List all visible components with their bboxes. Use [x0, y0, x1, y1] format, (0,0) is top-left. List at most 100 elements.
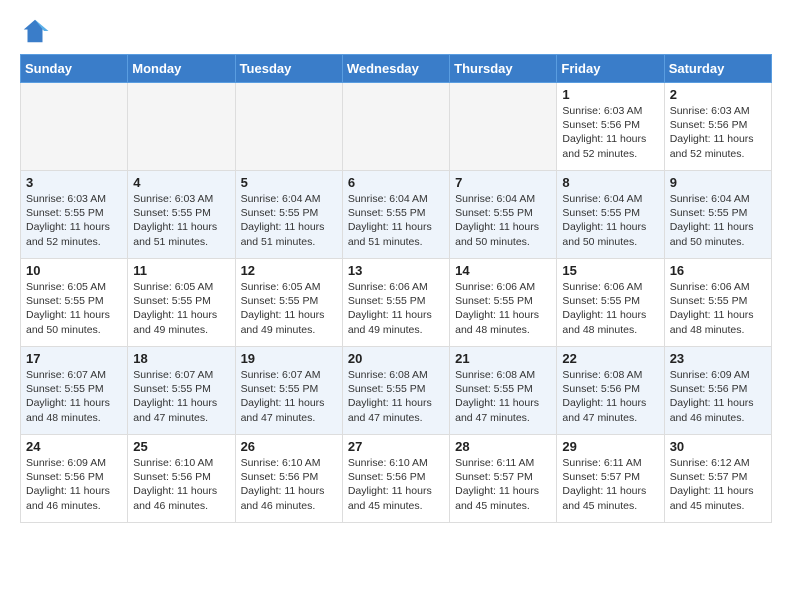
calendar-cell: 21 Sunrise: 6:08 AM Sunset: 5:55 PM Dayli… — [450, 347, 557, 435]
day-info: Sunrise: 6:05 AM Sunset: 5:55 PM Dayligh… — [133, 280, 229, 337]
day-number: 30 — [670, 439, 766, 454]
day-info: Sunrise: 6:06 AM Sunset: 5:55 PM Dayligh… — [670, 280, 766, 337]
day-number: 3 — [26, 175, 122, 190]
day-info: Sunrise: 6:09 AM Sunset: 5:56 PM Dayligh… — [670, 368, 766, 425]
day-number: 14 — [455, 263, 551, 278]
calendar-cell: 8 Sunrise: 6:04 AM Sunset: 5:55 PM Daylig… — [557, 171, 664, 259]
logo-icon — [20, 16, 50, 46]
calendar-cell: 30Sunrise: 6:12 AM Sunset: 5:57 PM Dayli… — [664, 435, 771, 523]
week-row-5: 24Sunrise: 6:09 AM Sunset: 5:56 PM Dayli… — [21, 435, 772, 523]
day-info: Sunrise: 6:07 AM Sunset: 5:55 PM Dayligh… — [26, 368, 122, 425]
calendar-cell — [128, 83, 235, 171]
day-number: 4 — [133, 175, 229, 190]
calendar-cell: 5Sunrise: 6:04 AM Sunset: 5:55 PM Daylig… — [235, 171, 342, 259]
day-number: 27 — [348, 439, 444, 454]
calendar-cell: 22 Sunrise: 6:08 AM Sunset: 5:56 PM Dayli… — [557, 347, 664, 435]
weekday-header-thursday: Thursday — [450, 55, 557, 83]
day-info: Sunrise: 6:08 AM Sunset: 5:55 PM Dayligh… — [455, 368, 551, 425]
calendar-cell: 18 Sunrise: 6:07 AM Sunset: 5:55 PM Dayli… — [128, 347, 235, 435]
day-info: Sunrise: 6:04 AM Sunset: 5:55 PM Dayligh… — [348, 192, 444, 249]
day-info: Sunrise: 6:03 AM Sunset: 5:56 PM Dayligh… — [670, 104, 766, 161]
day-info: Sunrise: 6:11 AM Sunset: 5:57 PM Dayligh… — [562, 456, 658, 513]
weekday-header-wednesday: Wednesday — [342, 55, 449, 83]
day-info: Sunrise: 6:04 AM Sunset: 5:55 PM Dayligh… — [455, 192, 551, 249]
day-number: 18 — [133, 351, 229, 366]
day-info: Sunrise: 6:09 AM Sunset: 5:56 PM Dayligh… — [26, 456, 122, 513]
weekday-header-monday: Monday — [128, 55, 235, 83]
day-info: Sunrise: 6:06 AM Sunset: 5:55 PM Dayligh… — [348, 280, 444, 337]
day-info: Sunrise: 6:10 AM Sunset: 5:56 PM Dayligh… — [133, 456, 229, 513]
day-number: 28 — [455, 439, 551, 454]
calendar-cell: 17 Sunrise: 6:07 AM Sunset: 5:55 PM Dayli… — [21, 347, 128, 435]
calendar-cell: 3 Sunrise: 6:03 AM Sunset: 5:55 PM Daylig… — [21, 171, 128, 259]
calendar-cell: 29 Sunrise: 6:11 AM Sunset: 5:57 PM Dayli… — [557, 435, 664, 523]
day-info: Sunrise: 6:06 AM Sunset: 5:55 PM Dayligh… — [562, 280, 658, 337]
calendar-cell: 9 Sunrise: 6:04 AM Sunset: 5:55 PM Daylig… — [664, 171, 771, 259]
calendar-cell: 11 Sunrise: 6:05 AM Sunset: 5:55 PM Dayli… — [128, 259, 235, 347]
day-info: Sunrise: 6:08 AM Sunset: 5:56 PM Dayligh… — [562, 368, 658, 425]
day-info: Sunrise: 6:07 AM Sunset: 5:55 PM Dayligh… — [133, 368, 229, 425]
calendar-cell: 27 Sunrise: 6:10 AM Sunset: 5:56 PM Dayli… — [342, 435, 449, 523]
day-number: 12 — [241, 263, 337, 278]
page: SundayMondayTuesdayWednesdayThursdayFrid… — [0, 0, 792, 543]
day-number: 29 — [562, 439, 658, 454]
day-info: Sunrise: 6:04 AM Sunset: 5:55 PM Dayligh… — [670, 192, 766, 249]
calendar-cell: 14 Sunrise: 6:06 AM Sunset: 5:55 PM Dayli… — [450, 259, 557, 347]
day-info: Sunrise: 6:07 AM Sunset: 5:55 PM Dayligh… — [241, 368, 337, 425]
calendar-cell: 16 Sunrise: 6:06 AM Sunset: 5:55 PM Dayli… — [664, 259, 771, 347]
day-info: Sunrise: 6:03 AM Sunset: 5:55 PM Dayligh… — [133, 192, 229, 249]
calendar-cell: 10 Sunrise: 6:05 AM Sunset: 5:55 PM Dayli… — [21, 259, 128, 347]
calendar-cell: 7Sunrise: 6:04 AM Sunset: 5:55 PM Daylig… — [450, 171, 557, 259]
calendar-cell: 28 Sunrise: 6:11 AM Sunset: 5:57 PM Dayli… — [450, 435, 557, 523]
day-number: 19 — [241, 351, 337, 366]
week-row-4: 17 Sunrise: 6:07 AM Sunset: 5:55 PM Dayli… — [21, 347, 772, 435]
weekday-header-tuesday: Tuesday — [235, 55, 342, 83]
day-info: Sunrise: 6:11 AM Sunset: 5:57 PM Dayligh… — [455, 456, 551, 513]
calendar-cell — [235, 83, 342, 171]
day-number: 21 — [455, 351, 551, 366]
calendar-cell: 12Sunrise: 6:05 AM Sunset: 5:55 PM Dayli… — [235, 259, 342, 347]
calendar-cell: 20Sunrise: 6:08 AM Sunset: 5:55 PM Dayli… — [342, 347, 449, 435]
day-number: 25 — [133, 439, 229, 454]
day-number: 6 — [348, 175, 444, 190]
day-number: 9 — [670, 175, 766, 190]
day-number: 2 — [670, 87, 766, 102]
day-number: 15 — [562, 263, 658, 278]
day-number: 13 — [348, 263, 444, 278]
calendar-cell: 25 Sunrise: 6:10 AM Sunset: 5:56 PM Dayli… — [128, 435, 235, 523]
header — [20, 16, 772, 46]
week-row-1: 1Sunrise: 6:03 AM Sunset: 5:56 PM Daylig… — [21, 83, 772, 171]
weekday-header-friday: Friday — [557, 55, 664, 83]
day-number: 17 — [26, 351, 122, 366]
day-info: Sunrise: 6:03 AM Sunset: 5:55 PM Dayligh… — [26, 192, 122, 249]
calendar-cell — [450, 83, 557, 171]
calendar: SundayMondayTuesdayWednesdayThursdayFrid… — [20, 54, 772, 523]
calendar-cell: 24Sunrise: 6:09 AM Sunset: 5:56 PM Dayli… — [21, 435, 128, 523]
calendar-cell: 4 Sunrise: 6:03 AM Sunset: 5:55 PM Daylig… — [128, 171, 235, 259]
day-number: 23 — [670, 351, 766, 366]
calendar-cell — [21, 83, 128, 171]
day-info: Sunrise: 6:06 AM Sunset: 5:55 PM Dayligh… — [455, 280, 551, 337]
day-number: 26 — [241, 439, 337, 454]
calendar-cell: 15 Sunrise: 6:06 AM Sunset: 5:55 PM Dayli… — [557, 259, 664, 347]
calendar-cell: 26 Sunrise: 6:10 AM Sunset: 5:56 PM Dayli… — [235, 435, 342, 523]
day-number: 16 — [670, 263, 766, 278]
day-info: Sunrise: 6:05 AM Sunset: 5:55 PM Dayligh… — [26, 280, 122, 337]
day-info: Sunrise: 6:10 AM Sunset: 5:56 PM Dayligh… — [348, 456, 444, 513]
calendar-cell — [342, 83, 449, 171]
calendar-cell: 1Sunrise: 6:03 AM Sunset: 5:56 PM Daylig… — [557, 83, 664, 171]
day-info: Sunrise: 6:04 AM Sunset: 5:55 PM Dayligh… — [241, 192, 337, 249]
day-info: Sunrise: 6:04 AM Sunset: 5:55 PM Dayligh… — [562, 192, 658, 249]
day-number: 10 — [26, 263, 122, 278]
calendar-cell: 6 Sunrise: 6:04 AM Sunset: 5:55 PM Daylig… — [342, 171, 449, 259]
day-info: Sunrise: 6:03 AM Sunset: 5:56 PM Dayligh… — [562, 104, 658, 161]
calendar-cell: 19 Sunrise: 6:07 AM Sunset: 5:55 PM Dayli… — [235, 347, 342, 435]
day-number: 20 — [348, 351, 444, 366]
logo — [20, 16, 54, 46]
day-number: 8 — [562, 175, 658, 190]
day-number: 11 — [133, 263, 229, 278]
day-info: Sunrise: 6:10 AM Sunset: 5:56 PM Dayligh… — [241, 456, 337, 513]
week-row-2: 3 Sunrise: 6:03 AM Sunset: 5:55 PM Daylig… — [21, 171, 772, 259]
weekday-header-row: SundayMondayTuesdayWednesdayThursdayFrid… — [21, 55, 772, 83]
day-number: 22 — [562, 351, 658, 366]
